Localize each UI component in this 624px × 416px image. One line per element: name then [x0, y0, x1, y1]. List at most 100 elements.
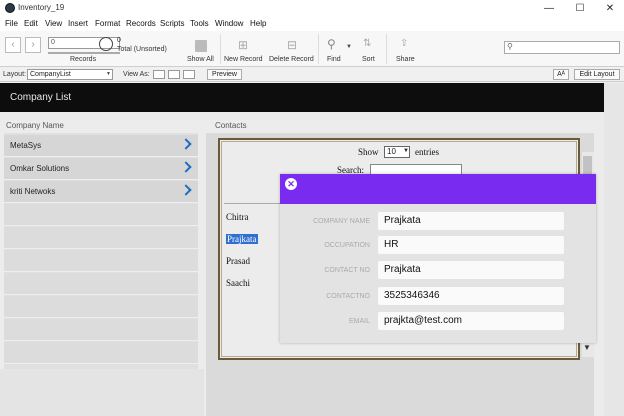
chevron-right-icon[interactable] — [180, 138, 192, 150]
company-name-field-label: COMPANY NAME — [313, 218, 370, 225]
form-view-icon[interactable] — [153, 70, 165, 79]
contact-name: Saachi — [226, 278, 250, 288]
record-slider[interactable] — [48, 52, 120, 54]
list-item[interactable]: MetaSys — [4, 135, 198, 157]
menu-view[interactable]: View — [45, 19, 62, 28]
email-field[interactable]: prajkta@test.com — [378, 312, 564, 330]
menu-edit[interactable]: Edit — [24, 19, 38, 28]
occupation-field-label: OCCUPATION — [324, 242, 370, 249]
page-title: Company List — [0, 83, 604, 112]
table-row[interactable]: Prajkata — [222, 229, 282, 249]
chevron-right-icon[interactable] — [180, 184, 192, 196]
preview-button[interactable]: Preview — [207, 69, 242, 80]
menu-window[interactable]: Window — [215, 19, 243, 28]
new-record-button[interactable]: New Record — [224, 56, 263, 63]
minimize-button[interactable]: — — [536, 1, 562, 16]
list-item — [4, 227, 198, 249]
prev-record-button[interactable]: ‹ — [5, 37, 21, 53]
toolbar-separator — [220, 34, 221, 64]
list-item[interactable]: Omkar Solutions — [4, 158, 198, 180]
delete-record-button[interactable]: Delete Record — [269, 56, 314, 63]
table-row[interactable]: Prasad — [222, 251, 282, 271]
menu-tools[interactable]: Tools — [190, 19, 209, 28]
title-bar: Inventory_19 — ☐ ✕ — [0, 0, 624, 17]
contactno-field-label: CONTACTNO — [326, 293, 370, 300]
view-as-label: View As: — [123, 71, 150, 78]
table-row[interactable]: Saachi — [222, 273, 282, 293]
window-title: Inventory_19 — [18, 3, 65, 12]
company-name-field[interactable]: Prajkata — [378, 212, 564, 230]
toolbar-separator — [386, 34, 387, 64]
show-label: Show — [358, 147, 379, 157]
contact-name: Prasad — [226, 256, 250, 266]
contactno-field[interactable]: 3525346346 — [378, 287, 564, 305]
layout-label: Layout: — [3, 71, 26, 78]
right-gutter — [604, 83, 624, 416]
pie-chart-icon — [99, 37, 113, 51]
company-name-label: Company Name — [6, 121, 64, 130]
list-item — [4, 342, 198, 364]
chevron-down-icon[interactable]: ▼ — [583, 343, 591, 352]
table-header — [224, 184, 280, 204]
edit-layout-button[interactable]: Edit Layout — [574, 69, 620, 80]
contact-name: Chitra — [226, 212, 249, 222]
share-icon: ⇪ — [400, 38, 409, 49]
chevron-down-icon[interactable]: ▼ — [403, 148, 409, 154]
show-all-button[interactable]: Show All — [187, 56, 214, 63]
close-icon[interactable]: ✕ — [285, 178, 297, 190]
sort-icon: ⇅ — [363, 38, 372, 49]
contact-name-selected: Prajkata — [226, 234, 258, 244]
menu-help[interactable]: Help — [250, 19, 266, 28]
contacts-label: Contacts — [215, 121, 247, 130]
records-label: Records — [70, 56, 97, 63]
table-row[interactable]: Chitra — [222, 207, 282, 227]
list-item — [4, 273, 198, 295]
share-button[interactable]: Share — [396, 56, 415, 63]
list-view-icon[interactable] — [168, 70, 180, 79]
close-button[interactable]: ✕ — [597, 1, 623, 16]
list-item — [4, 319, 198, 341]
table-view-icon[interactable] — [183, 70, 195, 79]
entries-value: 10 — [387, 147, 396, 156]
list-item[interactable]: kriti Netwoks — [4, 181, 198, 203]
menu-bar: File Edit View Insert Format Records Scr… — [0, 17, 624, 31]
email-field-label: EMAIL — [348, 318, 370, 325]
company-name: Omkar Solutions — [10, 164, 70, 173]
chevron-down-icon[interactable]: ▼ — [346, 44, 352, 50]
text-format-button[interactable]: Aᴬ — [553, 69, 569, 80]
chevron-down-icon[interactable]: ▼ — [106, 71, 111, 77]
menu-scripts[interactable]: Scripts — [160, 19, 184, 28]
menu-file[interactable]: File — [5, 19, 18, 28]
menu-insert[interactable]: Insert — [68, 19, 88, 28]
total-label: Total (Unsorted) — [117, 46, 167, 53]
menu-format[interactable]: Format — [95, 19, 120, 28]
menu-records[interactable]: Records — [126, 19, 156, 28]
sort-button[interactable]: Sort — [362, 56, 375, 63]
occupation-field[interactable]: HR — [378, 236, 564, 254]
total-count: 0 — [117, 37, 121, 44]
next-record-button[interactable]: › — [25, 37, 41, 53]
new-record-icon: ⊞ — [238, 38, 249, 52]
contact-no-field-label: CONTACT NO — [324, 267, 370, 274]
bottom-strip — [0, 369, 204, 416]
search-icon: ⚲ — [507, 42, 513, 51]
scrollbar-thumb[interactable] — [583, 156, 592, 176]
entries-label: entries — [415, 147, 439, 157]
company-name: kriti Netwoks — [10, 187, 56, 196]
list-item — [4, 204, 198, 226]
delete-record-icon: ⊟ — [287, 38, 298, 52]
toolbar-separator — [318, 34, 319, 64]
chevron-right-icon[interactable] — [180, 161, 192, 173]
quick-find-input[interactable] — [504, 41, 620, 54]
show-all-icon — [195, 40, 207, 52]
layout-bar: Layout: CompanyList ▼ View As: Preview A… — [0, 68, 624, 82]
list-item — [4, 250, 198, 272]
company-name: MetaSys — [10, 141, 42, 150]
find-button[interactable]: Find — [327, 56, 341, 63]
layout-select[interactable]: CompanyList — [27, 69, 113, 80]
maximize-button[interactable]: ☐ — [567, 1, 593, 16]
contact-no-field[interactable]: Prajkata — [378, 261, 564, 279]
modal-header — [280, 174, 596, 204]
search-icon: ⚲ — [327, 37, 336, 51]
app-icon — [5, 3, 15, 13]
